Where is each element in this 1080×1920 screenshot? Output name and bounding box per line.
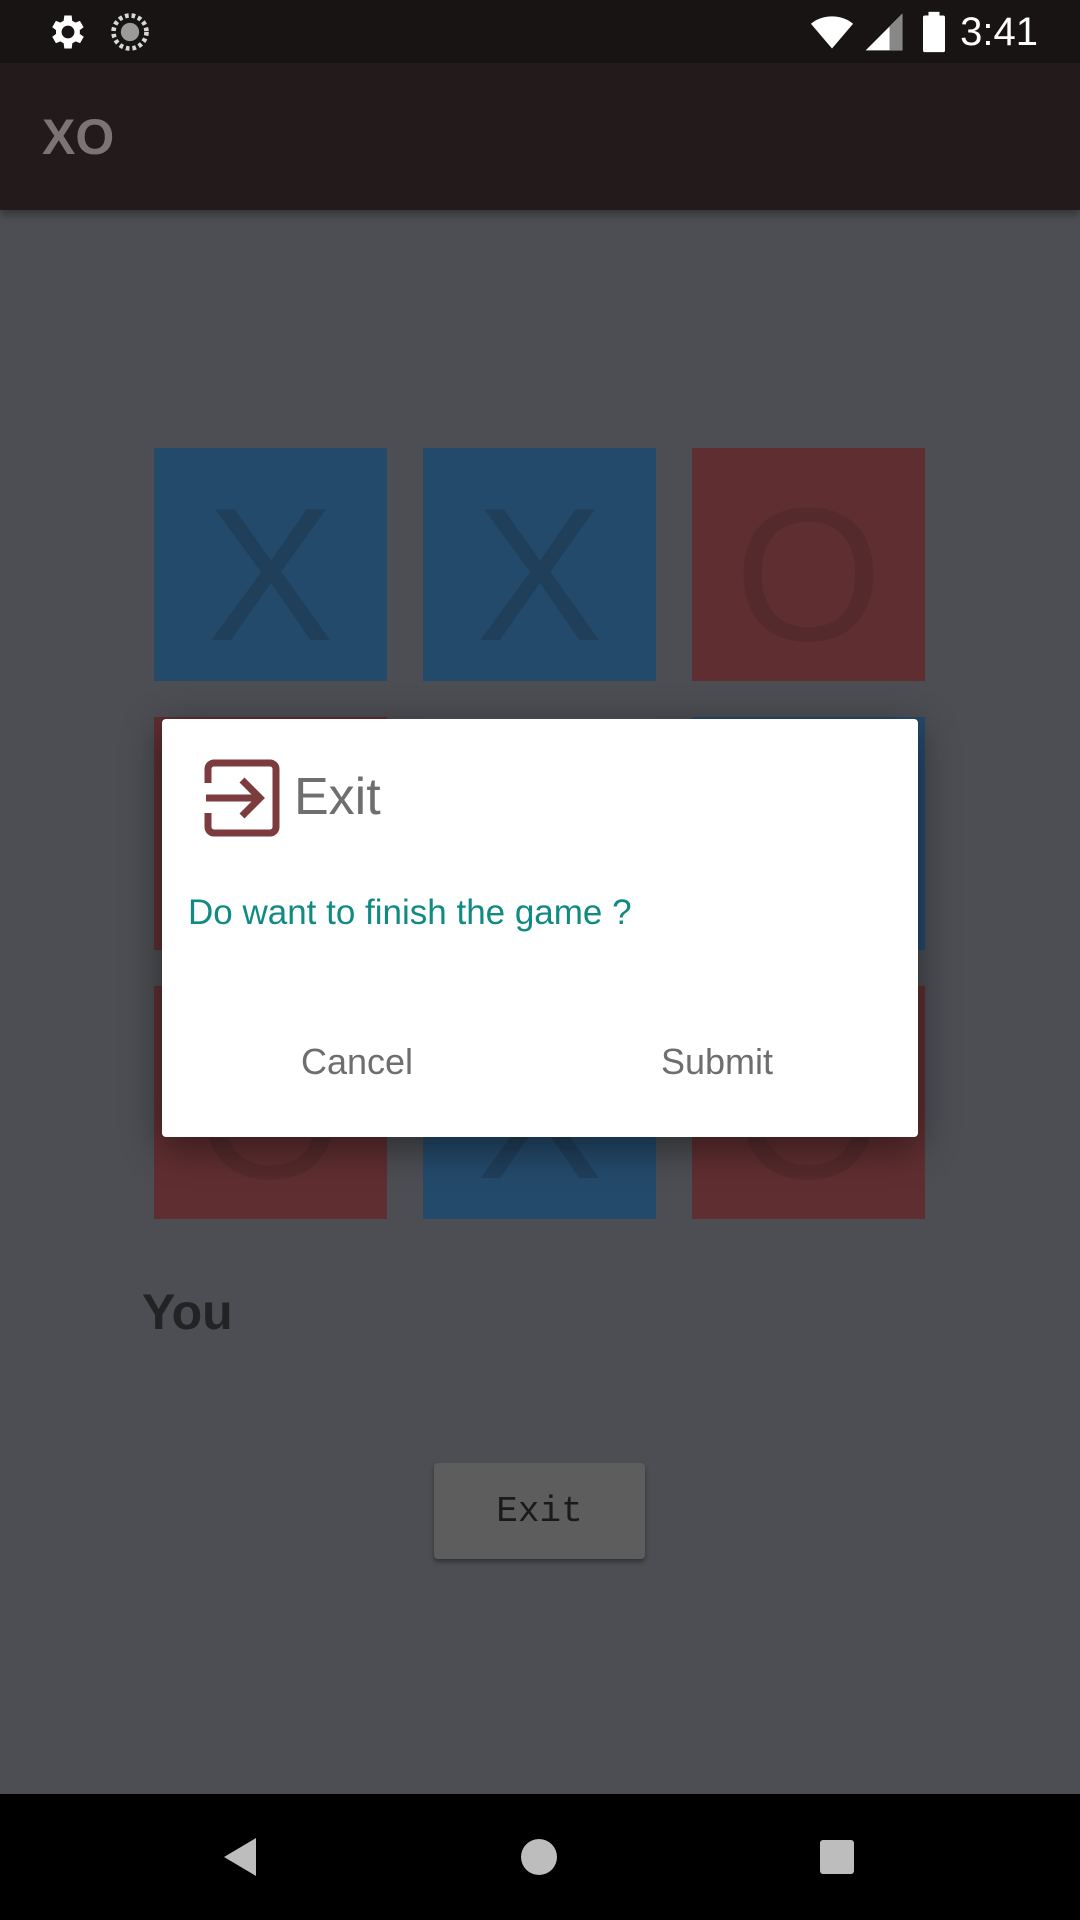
wifi-icon [810,16,854,49]
nav-bar [0,1794,1080,1920]
battery-icon [923,11,945,53]
signal-icon [865,13,903,51]
board-cell-1[interactable]: X [154,448,387,681]
settings-icon [52,15,84,49]
status-time: 3:41 [960,10,1038,54]
home-icon[interactable] [508,1826,570,1888]
screen: 3:41 XO X X O O O X O You Exit Exit Do w… [0,0,1080,1920]
board-cell-3[interactable]: O [692,448,925,681]
app-bar: XO [0,63,1080,210]
dialog-message: Do want to finish the game ? [188,893,632,932]
exit-icon [204,759,280,837]
sync-icon [111,13,149,51]
turn-label: You [142,1284,233,1340]
status-bar: 3:41 [0,0,1080,63]
cell-mark: X [476,468,603,681]
cell-mark: X [207,468,334,681]
exit-dialog: Exit Do want to finish the game ? Cancel… [162,719,918,1137]
exit-game-button[interactable]: Exit [434,1463,645,1559]
app-title: XO [42,109,115,165]
back-icon[interactable] [210,1826,272,1888]
cancel-button[interactable]: Cancel [277,1032,437,1092]
recents-icon[interactable] [806,1826,868,1888]
dialog-title: Exit [294,768,381,826]
cell-mark: O [734,468,883,681]
board-cell-2[interactable]: X [423,448,656,681]
submit-button[interactable]: Submit [637,1032,797,1092]
